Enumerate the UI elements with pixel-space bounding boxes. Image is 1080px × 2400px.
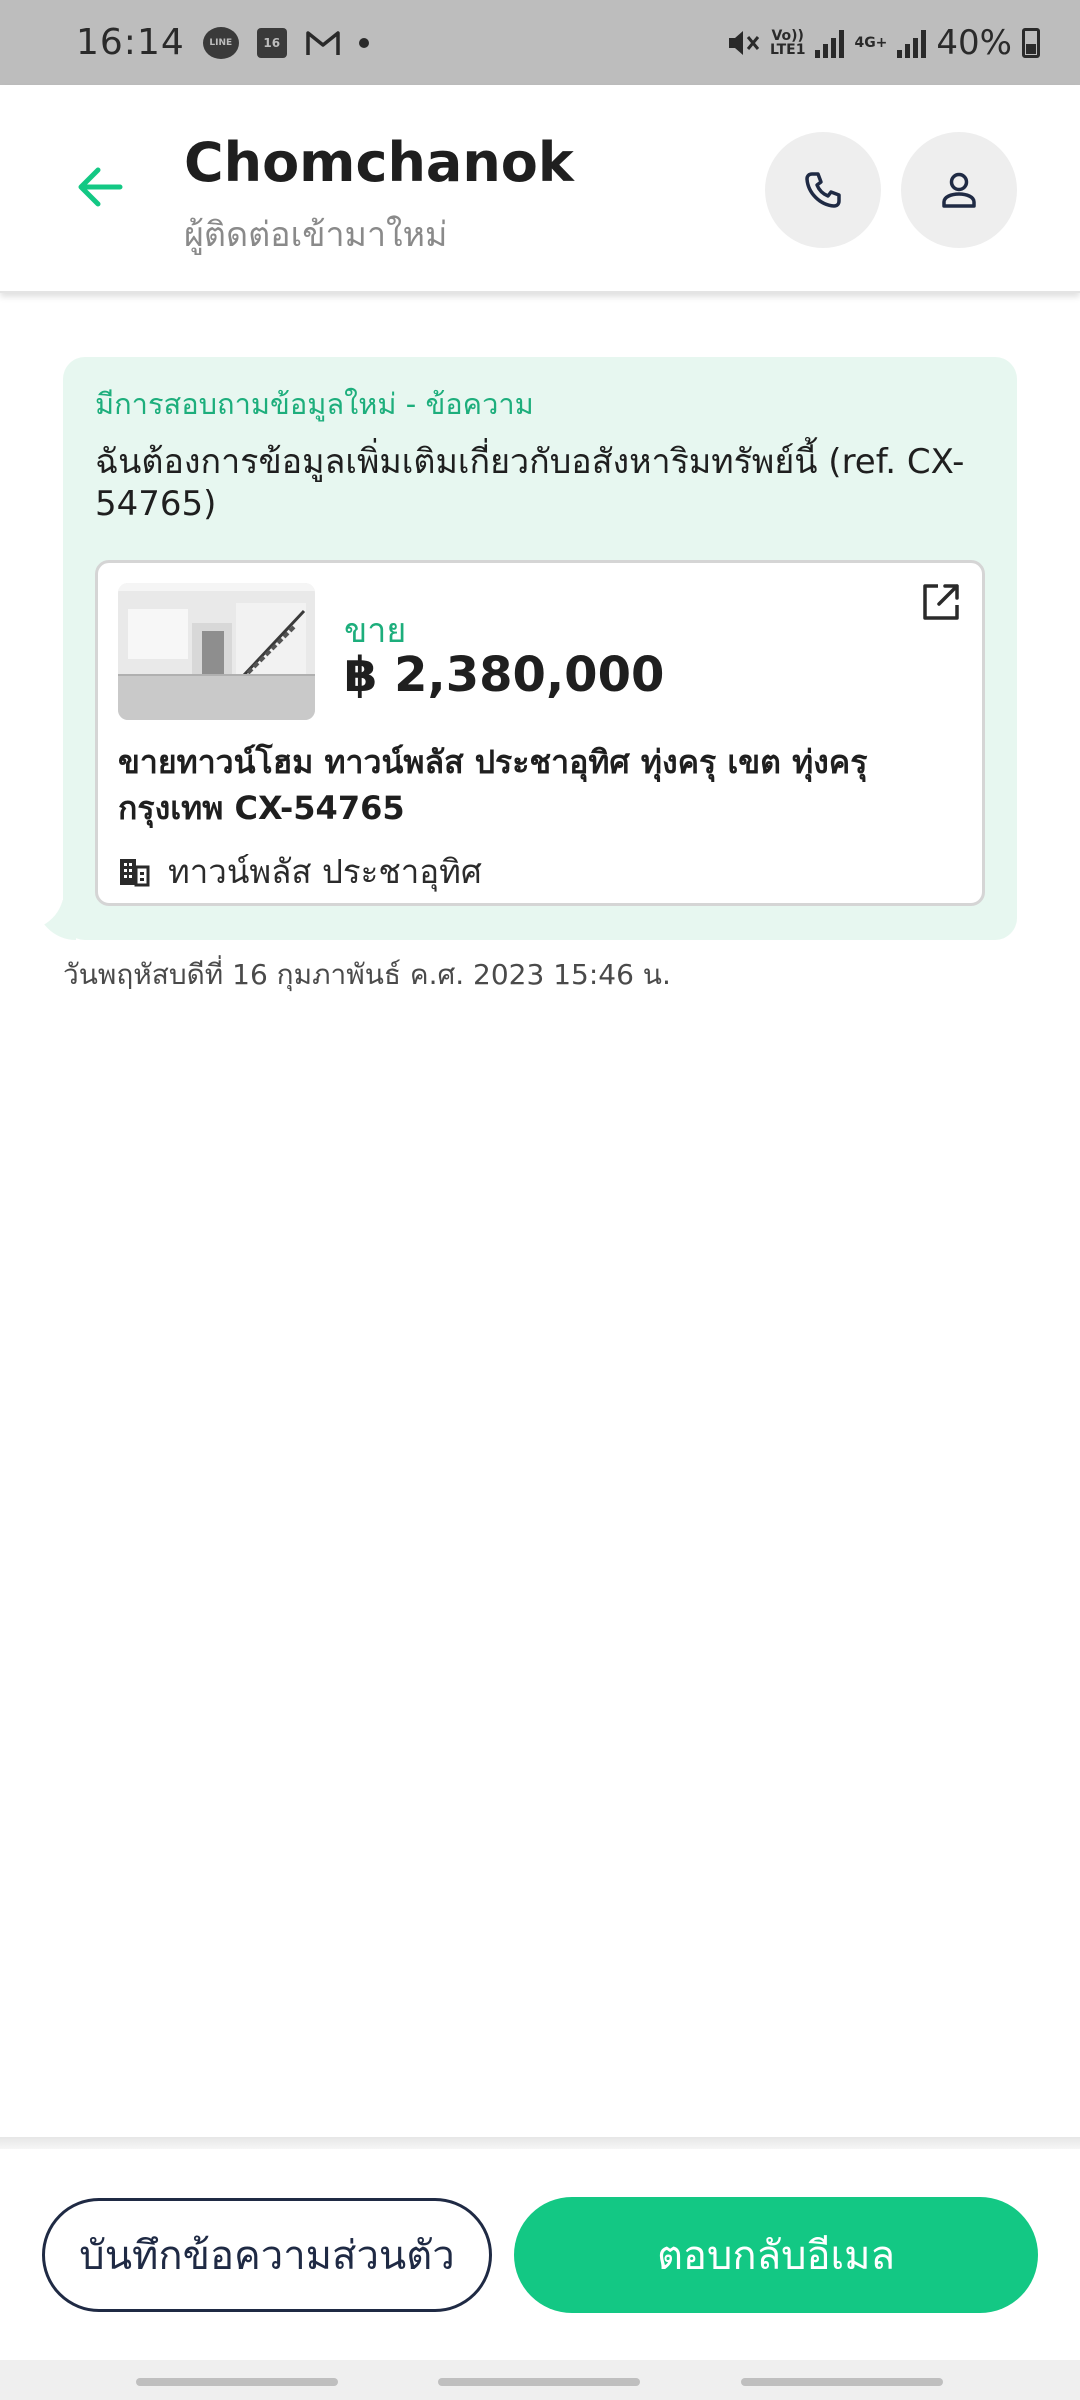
signal-2-icon bbox=[897, 28, 927, 58]
battery-percent: 40% bbox=[936, 22, 1012, 63]
nav-back-pill[interactable] bbox=[741, 2378, 943, 2386]
mute-icon bbox=[726, 27, 760, 59]
status-bar: 16:14 LINE 16 Vo)) LTE1 4G+ 40% bbox=[0, 0, 1080, 85]
notification-dot-icon bbox=[358, 37, 369, 48]
project-name: ทาวน์พลัส ประชาอุทิศ bbox=[168, 852, 482, 891]
listing-card[interactable]: ขาย ฿ 2,380,000 ขายทาวน์โฮม ทาวน์พลัส ปร… bbox=[95, 560, 985, 906]
app-header: Chomchanok ผู้ติดต่อเข้ามาใหม่ bbox=[0, 85, 1080, 293]
listing-price: ฿ 2,380,000 bbox=[344, 647, 665, 703]
network-type-label: 4G+ bbox=[854, 34, 888, 51]
listing-photo bbox=[118, 583, 315, 720]
external-link-icon bbox=[923, 584, 959, 620]
calendar-icon: 16 bbox=[256, 27, 287, 58]
contact-profile-button[interactable] bbox=[901, 132, 1017, 248]
battery-icon bbox=[1022, 27, 1040, 58]
contact-name: Chomchanok bbox=[184, 131, 574, 194]
message-timestamp: วันพฤหัสบดีที่ 16 กุมภาพันธ์ ค.ศ. 2023 1… bbox=[63, 958, 671, 991]
gmail-icon bbox=[305, 29, 341, 57]
arrow-left-icon bbox=[78, 167, 123, 207]
reply-email-button[interactable]: ตอบกลับอีเมล bbox=[514, 2197, 1038, 2313]
message-type-label: มีการสอบถามข้อมูลใหม่ - ข้อความ bbox=[95, 387, 534, 421]
person-icon bbox=[942, 172, 976, 208]
bottom-divider bbox=[0, 2137, 1080, 2149]
message-text: ฉันต้องการข้อมูลเพิ่มเติมเกี่ยวกับอสังหา… bbox=[95, 442, 965, 524]
listing-title: ขายทาวน์โฮม ทาวน์พลัส ประชาอุทิศ ทุ่งครุ… bbox=[118, 743, 868, 827]
status-bar-right: Vo)) LTE1 4G+ 40% bbox=[726, 23, 1040, 63]
nav-recents-pill[interactable] bbox=[136, 2378, 338, 2386]
volte-label: Vo)) LTE1 bbox=[769, 27, 806, 58]
open-listing-button[interactable] bbox=[916, 577, 966, 627]
contact-status: ผู้ติดต่อเข้ามาใหม่ bbox=[184, 215, 448, 255]
back-button[interactable] bbox=[70, 157, 130, 217]
system-nav-bar bbox=[0, 2360, 1080, 2400]
line-app-icon: LINE bbox=[202, 26, 239, 59]
nav-home-pill[interactable] bbox=[438, 2378, 640, 2386]
message-bubble: มีการสอบถามข้อมูลใหม่ - ข้อความ ฉันต้องก… bbox=[63, 357, 1017, 940]
call-button[interactable] bbox=[765, 132, 881, 248]
project-row: ทาวน์พลัส ประชาอุทิศ bbox=[118, 845, 482, 898]
private-note-button[interactable]: บันทึกข้อความส่วนตัว bbox=[42, 2198, 492, 2312]
phone-icon bbox=[805, 172, 841, 208]
building-icon bbox=[120, 858, 150, 886]
status-time: 16:14 bbox=[76, 22, 185, 63]
signal-1-icon bbox=[815, 28, 845, 58]
status-bar-left: 16:14 LINE 16 bbox=[76, 22, 369, 63]
